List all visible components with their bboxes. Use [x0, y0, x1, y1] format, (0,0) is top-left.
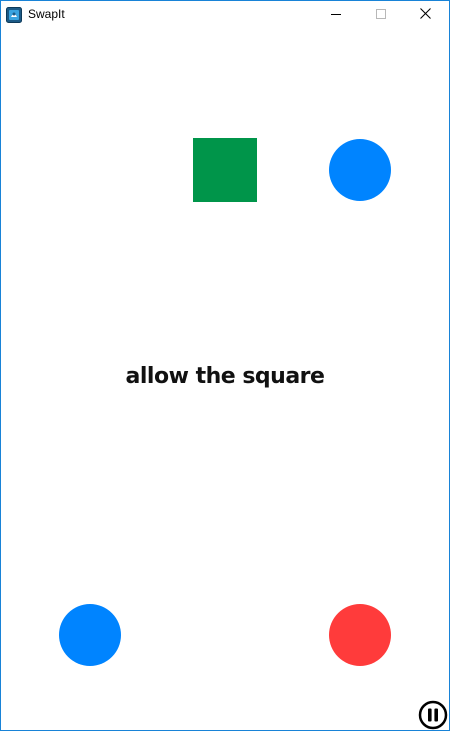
hint-text: allow the square	[125, 364, 325, 389]
minimize-button[interactable]	[313, 1, 358, 29]
minimize-icon	[330, 6, 341, 24]
maximize-button[interactable]	[358, 1, 403, 29]
pause-button[interactable]	[418, 700, 448, 730]
app-icon	[6, 7, 22, 23]
title-bar[interactable]: SwapIt	[1, 1, 449, 29]
app-window: SwapIt allow the square	[0, 0, 450, 731]
green-square[interactable]	[193, 138, 257, 202]
game-area[interactable]: allow the square	[1, 30, 449, 730]
pause-icon	[418, 700, 448, 734]
blue-circle-bottom[interactable]	[59, 604, 121, 666]
close-button[interactable]	[403, 1, 448, 29]
red-circle[interactable]	[329, 604, 391, 666]
close-icon	[420, 6, 431, 24]
window-title: SwapIt	[28, 7, 65, 21]
maximize-icon	[375, 6, 386, 24]
blue-circle-top[interactable]	[329, 139, 391, 201]
